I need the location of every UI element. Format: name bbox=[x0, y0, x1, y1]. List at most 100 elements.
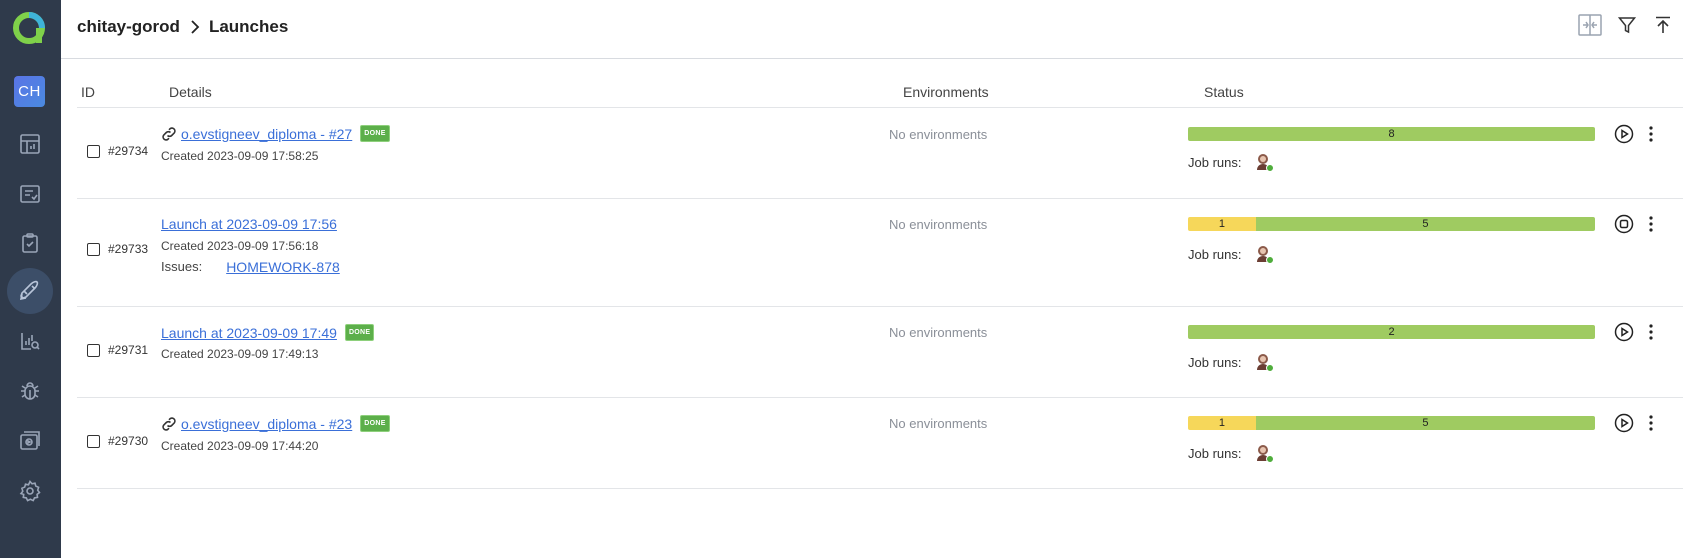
rerun-button[interactable] bbox=[1614, 413, 1634, 433]
avatar[interactable] bbox=[1254, 443, 1275, 463]
row-menu-button[interactable] bbox=[1643, 413, 1659, 433]
chevron-right-icon bbox=[190, 20, 200, 34]
nav-launches[interactable] bbox=[7, 268, 53, 314]
rocket-icon bbox=[19, 280, 39, 301]
row-checkbox[interactable] bbox=[87, 243, 100, 256]
nav-analytics[interactable] bbox=[7, 318, 53, 364]
column-header-id[interactable]: ID bbox=[81, 84, 95, 100]
table-row[interactable]: #29733 Launch at 2023-09-09 17:56 Create… bbox=[77, 199, 1683, 307]
environments-value: No environments bbox=[889, 217, 988, 232]
link-icon bbox=[161, 416, 177, 431]
nav-test-cases[interactable] bbox=[7, 171, 53, 217]
avatar[interactable] bbox=[1254, 244, 1275, 264]
launch-title-link[interactable]: o.evstigneev_diploma - #27 bbox=[181, 126, 352, 142]
status-bar[interactable]: 2 bbox=[1188, 325, 1595, 339]
row-checkbox[interactable] bbox=[87, 145, 100, 158]
analytics-search-icon bbox=[21, 333, 40, 350]
environments-value: No environments bbox=[889, 416, 988, 431]
arrow-up-to-line-icon bbox=[1656, 16, 1670, 33]
row-menu-button[interactable] bbox=[1643, 214, 1659, 234]
job-runs: Job runs: bbox=[1188, 443, 1275, 463]
jobs-icon bbox=[20, 431, 40, 450]
status-badge: DONE bbox=[360, 125, 390, 142]
breadcrumb: chitay-gorod Launches bbox=[77, 17, 288, 37]
bug-icon bbox=[21, 382, 39, 400]
bar-segment-broken[interactable]: 1 bbox=[1188, 416, 1256, 430]
stop-circle-icon bbox=[1614, 214, 1634, 234]
clipboard-check-icon bbox=[22, 233, 38, 253]
launch-created: Created 2023-09-09 17:49:13 bbox=[161, 347, 319, 361]
rerun-button[interactable] bbox=[1614, 322, 1634, 342]
filter-button[interactable] bbox=[1615, 13, 1639, 37]
status-bar[interactable]: 1 5 bbox=[1188, 217, 1595, 231]
issues-label: Issues: bbox=[161, 259, 203, 274]
launch-title-link[interactable]: o.evstigneev_diploma - #23 bbox=[181, 416, 352, 432]
environments-value: No environments bbox=[889, 325, 988, 340]
bar-segment-passed[interactable]: 5 bbox=[1255, 416, 1595, 430]
play-circle-icon bbox=[1614, 124, 1634, 144]
row-menu-button[interactable] bbox=[1643, 124, 1659, 144]
rerun-button[interactable] bbox=[1614, 124, 1634, 144]
bar-segment-broken[interactable]: 1 bbox=[1188, 217, 1256, 231]
status-bar[interactable]: 8 bbox=[1188, 127, 1595, 141]
dashboard-icon bbox=[20, 134, 40, 154]
job-runs-label: Job runs: bbox=[1188, 246, 1242, 262]
bar-segment-passed[interactable]: 5 bbox=[1255, 217, 1595, 231]
launch-id: #29733 bbox=[108, 242, 149, 256]
table-row[interactable]: #29730 o.evstigneev_diploma - #23 DONE C… bbox=[77, 398, 1683, 489]
compare-launches-button[interactable] bbox=[1578, 13, 1602, 37]
table-header: ID Details Environments Status bbox=[77, 60, 1683, 108]
more-vertical-icon bbox=[1649, 415, 1653, 431]
nav-settings[interactable] bbox=[7, 468, 53, 514]
nav-dashboards[interactable] bbox=[7, 121, 53, 167]
launch-created: Created 2023-09-09 17:44:20 bbox=[161, 439, 319, 453]
allure-logo[interactable] bbox=[12, 11, 46, 45]
launch-title-line: o.evstigneev_diploma - #27 DONE bbox=[161, 125, 390, 142]
launch-id: #29731 bbox=[108, 343, 149, 357]
launch-title-link[interactable]: Launch at 2023-09-09 17:49 bbox=[161, 325, 337, 341]
link-icon bbox=[161, 126, 177, 141]
play-circle-icon bbox=[1614, 322, 1634, 342]
launch-id: #29734 bbox=[108, 144, 149, 158]
launch-issues: Issues: HOMEWORK-878 bbox=[161, 259, 340, 275]
collapse-up-button[interactable] bbox=[1651, 13, 1675, 37]
nav-jobs[interactable] bbox=[7, 418, 53, 464]
row-checkbox[interactable] bbox=[87, 435, 100, 448]
environments-value: No environments bbox=[889, 127, 988, 142]
row-menu-button[interactable] bbox=[1643, 322, 1659, 342]
launch-title-line: Launch at 2023-09-09 17:49 DONE bbox=[161, 324, 375, 341]
table-row[interactable]: #29734 o.evstigneev_diploma - #27 DONE C… bbox=[77, 108, 1683, 199]
column-header-environments[interactable]: Environments bbox=[903, 84, 989, 100]
gear-icon bbox=[19, 480, 41, 502]
filter-icon bbox=[1618, 17, 1636, 34]
bar-segment-passed[interactable]: 2 bbox=[1188, 325, 1595, 339]
nav-test-plans[interactable] bbox=[7, 220, 53, 266]
status-bar[interactable]: 1 5 bbox=[1188, 416, 1595, 430]
bar-segment-passed[interactable]: 8 bbox=[1188, 127, 1595, 141]
project-initials: CH bbox=[18, 83, 41, 100]
avatar[interactable] bbox=[1254, 352, 1275, 372]
row-checkbox[interactable] bbox=[87, 344, 100, 357]
launch-id: #29730 bbox=[108, 434, 149, 448]
column-header-status[interactable]: Status bbox=[1204, 84, 1244, 100]
launch-title-line: o.evstigneev_diploma - #23 DONE bbox=[161, 415, 390, 432]
stop-button[interactable] bbox=[1614, 214, 1634, 234]
status-badge: DONE bbox=[344, 324, 375, 341]
status-badge: DONE bbox=[360, 415, 390, 432]
job-runs-label: Job runs: bbox=[1188, 154, 1242, 170]
project-switcher-button[interactable]: CH bbox=[14, 76, 45, 107]
job-runs: Job runs: bbox=[1188, 352, 1275, 372]
nav-defects[interactable] bbox=[7, 368, 53, 414]
job-runs-label: Job runs: bbox=[1188, 354, 1242, 370]
test-cases-icon bbox=[20, 185, 40, 203]
issue-link[interactable]: HOMEWORK-878 bbox=[226, 259, 340, 275]
job-runs: Job runs: bbox=[1188, 244, 1275, 264]
column-header-details[interactable]: Details bbox=[169, 84, 212, 100]
breadcrumb-project[interactable]: chitay-gorod bbox=[77, 17, 180, 37]
page-header: chitay-gorod Launches bbox=[61, 0, 1683, 59]
launches-table: ID Details Environments Status #29734 o.… bbox=[77, 60, 1683, 489]
avatar[interactable] bbox=[1254, 152, 1275, 172]
launch-title-link[interactable]: Launch at 2023-09-09 17:56 bbox=[161, 216, 337, 232]
launch-title-line: Launch at 2023-09-09 17:56 bbox=[161, 216, 337, 232]
table-row[interactable]: #29731 Launch at 2023-09-09 17:49 DONE C… bbox=[77, 307, 1683, 398]
